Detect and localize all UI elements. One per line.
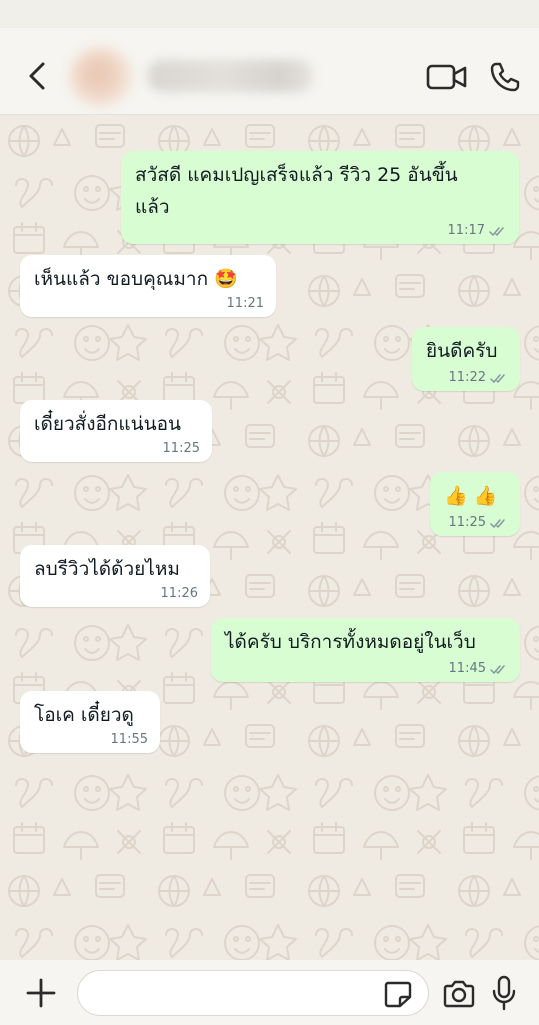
- message-outgoing[interactable]: 👍 👍 11:25: [430, 472, 520, 536]
- voice-message-button[interactable]: [491, 974, 517, 1012]
- chevron-left-icon: [29, 62, 45, 90]
- read-receipt-icon: [489, 226, 504, 236]
- camera-icon: [443, 980, 475, 1008]
- message-incoming[interactable]: โอเค เดี๋ยวดู 11:55: [20, 691, 160, 753]
- video-call-button[interactable]: [426, 62, 468, 92]
- message-text: แล้ว: [135, 196, 170, 218]
- voice-call-button[interactable]: [488, 60, 522, 94]
- message-time: 11:17: [447, 223, 485, 238]
- message-time: 11:45: [448, 661, 486, 676]
- message-text: โอเค เดี๋ยวดู: [34, 704, 134, 726]
- message-text: ยินดีครับ: [426, 340, 498, 362]
- message-outgoing[interactable]: สวัสดี แคมเปญเสร็จแล้ว รีวิว 25 อันขึ้น …: [121, 151, 519, 244]
- message-time: 11:21: [226, 296, 264, 311]
- plus-icon: [26, 978, 56, 1008]
- contact-name[interactable]: [148, 60, 313, 92]
- message-list[interactable]: สวัสดี แคมเปญเสร็จแล้ว รีวิว 25 อันขึ้น …: [0, 115, 539, 960]
- read-receipt-icon: [490, 664, 505, 674]
- message-time: 11:26: [160, 586, 198, 601]
- message-incoming[interactable]: ลบรีวิวได้ด้วยไหม 11:26: [20, 545, 210, 607]
- status-bar: [0, 0, 539, 28]
- microphone-icon: [492, 975, 516, 1011]
- chat-screen: สวัสดี แคมเปญเสร็จแล้ว รีวิว 25 อันขึ้น …: [0, 0, 539, 1025]
- message-text: สวัสดี แคมเปญเสร็จแล้ว รีวิว 25 อันขึ้น: [135, 164, 458, 186]
- message-text: เดี๋ยวสั่งอีกแน่นอน: [34, 413, 182, 435]
- message-input[interactable]: [77, 970, 429, 1016]
- sticker-icon: [384, 981, 412, 1008]
- message-text: ได้ครับ บริการทั้งหมดอยู่ในเว็บ: [225, 631, 476, 653]
- message-time: 11:55: [110, 732, 148, 747]
- composer-bar: [0, 960, 539, 1025]
- home-indicator-area: [0, 1017, 539, 1025]
- phone-icon: [490, 62, 520, 92]
- contact-avatar[interactable]: [70, 48, 132, 106]
- message-time: 11:25: [448, 515, 486, 530]
- message-text: 👍 👍: [444, 485, 498, 507]
- sticker-button[interactable]: [383, 980, 413, 1008]
- video-camera-icon: [426, 64, 467, 90]
- read-receipt-icon: [490, 518, 505, 528]
- message-incoming[interactable]: เห็นแล้ว ขอบคุณมาก 🤩 11:21: [20, 255, 276, 317]
- message-outgoing[interactable]: ยินดีครับ 11:22: [412, 327, 520, 391]
- message-time: 11:25: [162, 441, 200, 456]
- camera-button[interactable]: [441, 979, 477, 1009]
- read-receipt-icon: [490, 373, 505, 383]
- message-time: 11:22: [448, 370, 486, 385]
- back-button[interactable]: [22, 58, 54, 94]
- attach-button[interactable]: [24, 976, 58, 1010]
- chat-header: [0, 0, 539, 115]
- message-text: เห็นแล้ว ขอบคุณมาก 🤩: [34, 268, 238, 290]
- message-outgoing[interactable]: ได้ครับ บริการทั้งหมดอยู่ในเว็บ 11:45: [211, 618, 520, 682]
- message-incoming[interactable]: เดี๋ยวสั่งอีกแน่นอน 11:25: [20, 400, 212, 462]
- message-text: ลบรีวิวได้ด้วยไหม: [34, 558, 180, 580]
